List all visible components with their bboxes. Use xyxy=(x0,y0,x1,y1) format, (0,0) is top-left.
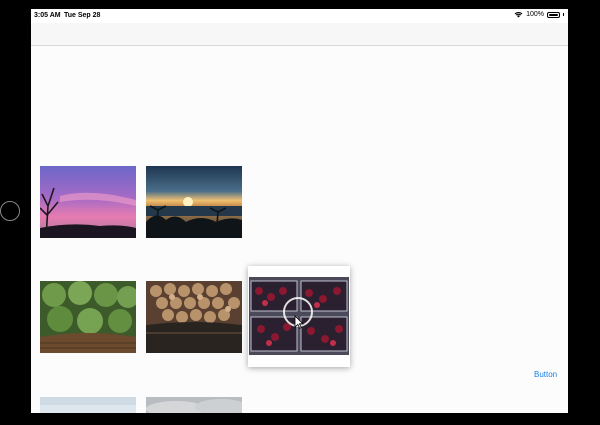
battery-percent: 100% xyxy=(526,11,544,18)
battery-icon xyxy=(547,11,560,18)
status-date: Tue Sep 28 xyxy=(64,12,101,19)
assistive-touch-icon[interactable] xyxy=(0,201,20,221)
photo-thumbnail-ocean-sunset[interactable] xyxy=(146,166,242,238)
photo-thumbnail-purple-sunset[interactable] xyxy=(40,166,136,238)
photo-thumbnail-clouds[interactable] xyxy=(146,397,242,413)
photo-thumbnail-walnuts[interactable] xyxy=(146,281,242,353)
navigation-bar xyxy=(31,23,568,46)
wifi-icon xyxy=(514,11,523,18)
battery-nub xyxy=(563,13,564,16)
status-right: 100% xyxy=(514,11,564,18)
sky-image xyxy=(40,397,136,413)
photo-thumbnail-sky[interactable] xyxy=(40,397,136,413)
pointer-cursor-icon xyxy=(294,315,304,329)
clouds-image xyxy=(146,397,242,413)
status-time: 3:05 AM xyxy=(34,12,61,19)
artichokes-image xyxy=(40,281,136,353)
walnuts-image xyxy=(146,281,242,353)
photo-thumbnail-artichokes[interactable] xyxy=(40,281,136,353)
action-button[interactable]: Button xyxy=(534,370,557,379)
status-bar: 3:05 AM Tue Sep 28 100% xyxy=(31,9,568,23)
ocean-sunset-image xyxy=(146,166,242,238)
purple-sunset-image xyxy=(40,166,136,238)
